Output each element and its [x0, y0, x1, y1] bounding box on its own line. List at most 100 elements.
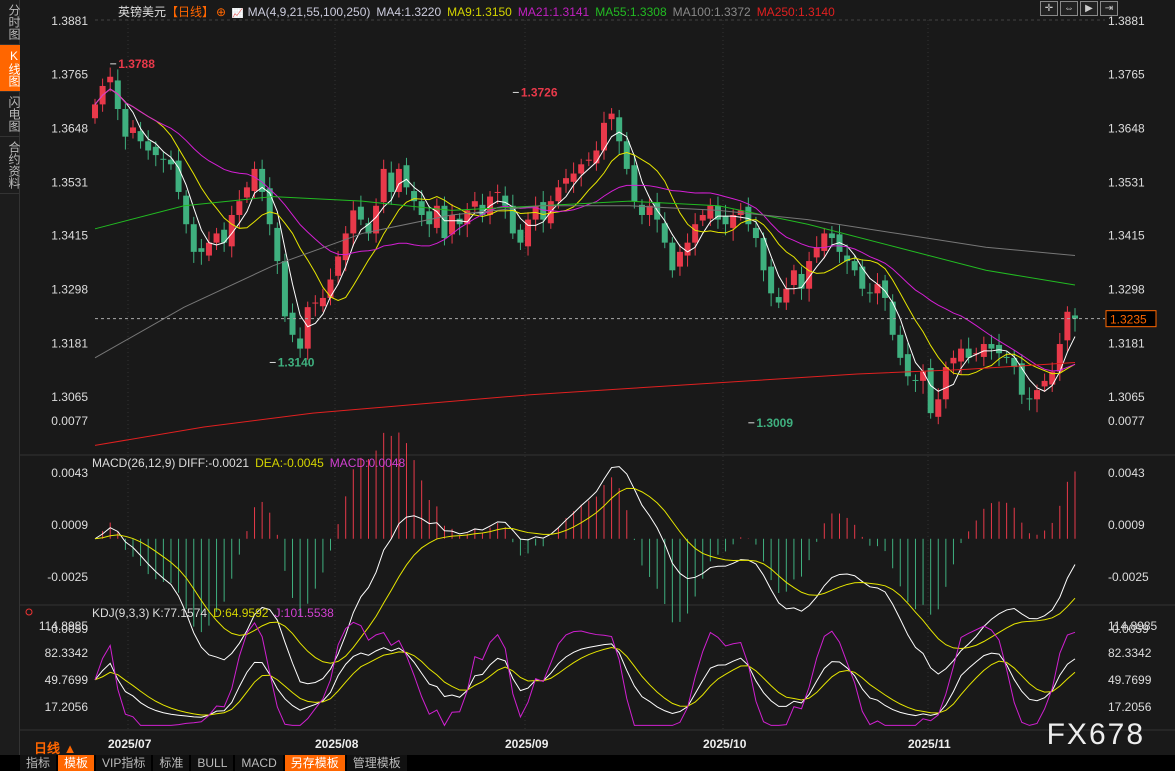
candle-body — [297, 338, 304, 349]
diff-line — [94, 466, 1076, 685]
watermark-logo: FX678 — [1046, 718, 1145, 751]
candle-body — [357, 206, 364, 220]
candle-body — [563, 178, 570, 184]
candle-body — [783, 288, 790, 303]
macd-tick-label: -0.0025 — [47, 570, 88, 584]
kdj-tick-label: 49.7699 — [45, 673, 89, 687]
main-legend: 英镑美元【日线】 ⊕ 📈 MA(4,9,21,55,100,250) MA4:1.32… — [118, 3, 841, 20]
ma9-line — [94, 88, 1076, 376]
move-right-icon[interactable]: ⇥ — [1100, 1, 1118, 16]
y-tick-label-right: 1.3415 — [1108, 229, 1145, 243]
candle-body — [988, 344, 995, 349]
candle-body — [540, 202, 547, 220]
add-icon[interactable]: ⊕ — [216, 5, 226, 19]
indicator-icon[interactable]: 📈 — [232, 8, 244, 18]
period-label: 【日线】 — [166, 5, 215, 19]
candle-body — [145, 141, 152, 151]
candle-body — [251, 168, 258, 192]
candle-body — [152, 146, 159, 156]
candle-body — [274, 227, 281, 262]
candle-body — [494, 191, 501, 193]
candle-body — [950, 357, 957, 364]
play-icon[interactable]: ▶ — [1080, 1, 1098, 16]
candle-body — [335, 256, 342, 276]
kdj-k: K:77.1574 — [152, 606, 208, 620]
candle-body — [517, 229, 524, 243]
candle-body — [107, 76, 114, 83]
candle-body — [1064, 311, 1071, 341]
candle-body — [669, 242, 676, 271]
y-tick-label-right: 1.3065 — [1108, 390, 1145, 404]
sidebar-tab[interactable]: 合约资料 — [0, 137, 21, 194]
macd-title: MACD(26,12,9) — [92, 456, 176, 470]
kdj-tick-label-right: 114.8985 — [1108, 619, 1157, 633]
candle-body — [828, 233, 835, 239]
candle-body — [745, 206, 752, 225]
current-price-label: 1.3235 — [1110, 313, 1147, 327]
candle-body — [608, 113, 615, 120]
toolbar-button[interactable]: VIP指标 — [96, 755, 152, 771]
candle-body — [380, 168, 387, 203]
sidebar-tab[interactable]: 分时图 — [0, 0, 21, 45]
candle-body — [616, 117, 623, 142]
y-tick-label-right: 1.3765 — [1108, 67, 1145, 81]
toolbar-button[interactable]: 另存模板 — [284, 755, 345, 771]
candle-body — [289, 312, 296, 335]
y-tick-label: 1.3065 — [51, 390, 88, 404]
toolbar-button[interactable]: 模板 — [58, 755, 95, 771]
settings-dot-icon — [25, 608, 33, 616]
candle-body — [684, 242, 691, 256]
candle-body — [585, 159, 592, 161]
candle-body — [441, 205, 448, 239]
candle-body — [449, 214, 456, 235]
candle-body — [183, 195, 190, 225]
candle-body — [859, 266, 866, 289]
crosshair-icon[interactable]: ✛ — [1040, 1, 1058, 16]
candle-body — [631, 165, 638, 202]
chart-area[interactable]: 2025/07 2025/08 2025/09 2025/10 2025/11 1.388… — [20, 0, 1175, 755]
ma9-value: MA9:1.3150 — [447, 5, 512, 19]
candle-body — [722, 215, 729, 225]
candle-body — [897, 334, 904, 358]
extreme-label: 1.3788 — [118, 57, 155, 71]
x-tick-label: 2025/10 — [703, 737, 747, 751]
candle-body — [122, 109, 129, 137]
toolbar-button[interactable]: MACD — [235, 755, 283, 771]
candle-body — [350, 210, 357, 234]
candle-body — [927, 367, 934, 414]
candle-body — [281, 261, 288, 317]
candle-body — [403, 165, 410, 188]
zoom-in-icon[interactable]: ⇔ — [1060, 1, 1078, 16]
toolbar-button[interactable]: 标准 — [153, 755, 190, 771]
candle-body — [768, 266, 775, 294]
macd-tick-label: 0.0009 — [51, 518, 88, 532]
candle-body — [312, 302, 319, 304]
candle-body — [205, 242, 212, 256]
candle-body — [319, 297, 326, 307]
candle-body — [418, 201, 425, 215]
candle-body — [904, 354, 911, 377]
sidebar-tab[interactable]: K线图 — [0, 45, 21, 92]
chart-svg[interactable]: 2025/07 2025/08 2025/09 2025/10 2025/11 1.388… — [20, 0, 1175, 755]
candle-body — [798, 273, 805, 289]
kdj-tick-label: 17.2056 — [45, 700, 89, 714]
toolbar-button[interactable]: 指标 — [20, 755, 57, 771]
candle-body — [92, 104, 98, 119]
ma21-value: MA21:1.3141 — [517, 5, 590, 19]
y-tick-label-right: 1.3181 — [1108, 337, 1145, 351]
y-tick-label: 1.3181 — [51, 337, 88, 351]
candle-body — [1041, 380, 1048, 387]
extreme-label: 1.3140 — [278, 355, 315, 369]
toolbar-button[interactable]: BULL — [191, 755, 234, 771]
ma250-value: MA250:1.3140 — [756, 5, 835, 19]
candle-body — [426, 211, 433, 225]
candle-body — [676, 251, 683, 267]
x-tick-label: 2025/09 — [505, 737, 549, 751]
candle-body — [851, 261, 858, 271]
macd-tick-label: 0.0077 — [51, 414, 88, 428]
kdj-j: J:101.5538 — [274, 606, 334, 620]
candle-body — [821, 233, 828, 251]
sidebar-tab[interactable]: 闪电图 — [0, 92, 21, 137]
y-tick-label: 1.3531 — [51, 175, 88, 189]
toolbar-button[interactable]: 管理模板 — [346, 755, 407, 771]
